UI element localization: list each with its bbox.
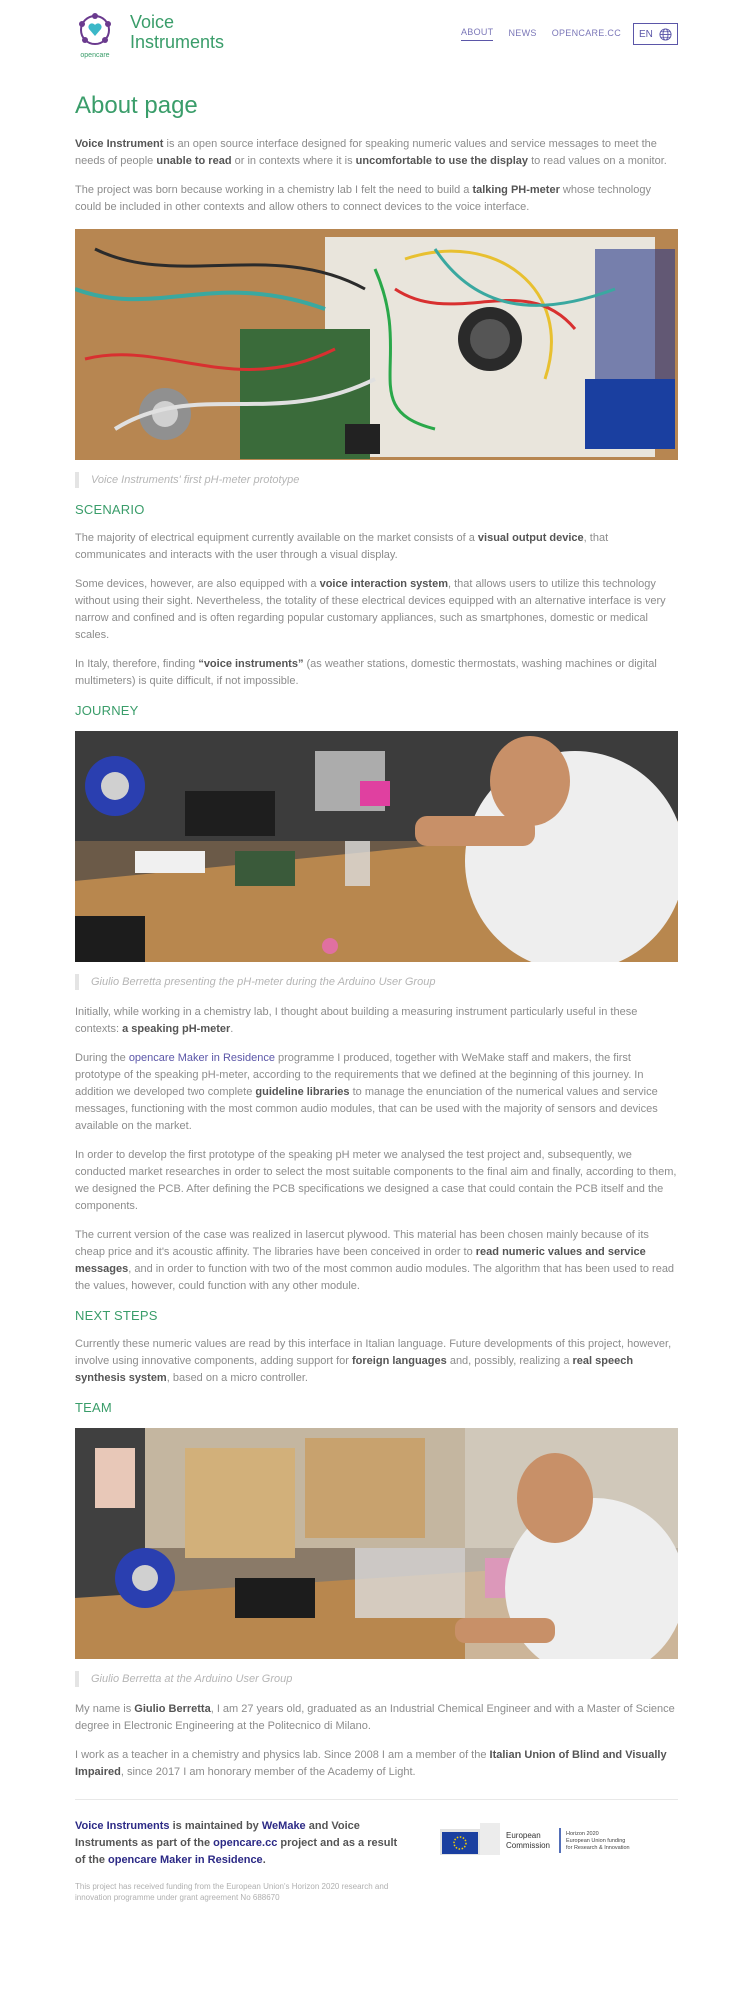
scenario-paragraph-3: In Italy, therefore, finding “voice inst… <box>75 656 678 690</box>
nav-news[interactable]: NEWS <box>508 28 536 41</box>
scenario-paragraph-1: The majority of electrical equipment cur… <box>75 530 678 564</box>
eu-funding-logo: European Commission Horizon 2020 Europea… <box>440 1823 630 1855</box>
text-segment: My name is <box>75 1703 135 1715</box>
photo-caption-journey: Giulio Berretta presenting the pH-meter … <box>75 974 678 990</box>
heading-journey: JOURNEY <box>75 703 139 718</box>
text-segment: In order to develop the first prototype … <box>75 1149 677 1212</box>
photo-caption-prototype: Voice Instruments' first pH-meter protot… <box>75 472 678 488</box>
footer-divider <box>75 1799 678 1800</box>
eu-h2020-line-1: Horizon 2020 <box>566 1831 599 1837</box>
text-segment: and, possibly, realizing a <box>446 1355 573 1367</box>
site-footer: Voice Instruments is maintained by WeMak… <box>75 1818 678 1928</box>
brand-line-1: Voice <box>130 12 175 32</box>
intro-paragraph-1: Voice Instrument is an open source inter… <box>75 136 678 170</box>
inline-link[interactable]: opencare Maker in Residence <box>129 1052 275 1064</box>
journey-paragraph-2: During the opencare Maker in Residence p… <box>75 1050 678 1135</box>
page-title: About page <box>75 92 198 119</box>
inline-link[interactable]: opencare Maker in Residence <box>108 1854 263 1866</box>
eu-name-line-1: European <box>506 1831 541 1840</box>
text-segment: , since 2017 I am honorary member of the… <box>120 1766 416 1778</box>
bold-text: a speaking pH-meter <box>122 1023 231 1035</box>
bold-text: guideline libraries <box>255 1086 350 1098</box>
opencare-logo-icon[interactable]: opencare <box>75 10 115 60</box>
nav-opencare[interactable]: OPENCARE.CC <box>552 28 621 41</box>
intro-paragraph-2: The project was born because working in … <box>75 182 678 216</box>
inline-link[interactable]: Voice Instruments <box>75 1820 170 1832</box>
main-nav: ABOUT NEWS OPENCARE.CC EN <box>446 23 678 45</box>
eu-h2020-line-2: European Union funding <box>566 1838 625 1844</box>
globe-icon <box>659 27 672 41</box>
language-selector[interactable]: EN <box>633 23 678 45</box>
photo-caption-team: Giulio Berretta at the Arduino User Grou… <box>75 1671 678 1687</box>
text-segment: During the <box>75 1052 129 1064</box>
bold-text: talking PH-meter <box>472 184 560 196</box>
bold-text: foreign languages <box>352 1355 447 1367</box>
logo-caption: opencare <box>80 52 109 59</box>
journey-photo <box>75 731 678 962</box>
team-photo <box>75 1428 678 1659</box>
nav-about[interactable]: ABOUT <box>460 27 494 41</box>
journey-paragraph-4: The current version of the case was real… <box>75 1227 678 1295</box>
inline-link[interactable]: WeMake <box>262 1820 306 1832</box>
funding-notice: This project has received funding from t… <box>75 1882 389 1902</box>
text-segment: , and in order to function with two of t… <box>75 1263 675 1292</box>
heading-team: TEAM <box>75 1400 112 1415</box>
bold-text: visual output device <box>477 532 584 544</box>
scenario-paragraph-2: Some devices, however, are also equipped… <box>75 576 678 644</box>
heading-scenario: SCENARIO <box>75 502 145 517</box>
eu-h2020-line-3: for Research & Innovation <box>566 1845 630 1851</box>
text-segment: or in contexts where it is <box>231 155 356 167</box>
heading-next-steps: NEXT STEPS <box>75 1308 158 1323</box>
team-paragraph-2: I work as a teacher in a chemistry and p… <box>75 1747 678 1781</box>
inline-link[interactable]: opencare.cc <box>213 1837 277 1849</box>
text-segment: , based on a micro controller. <box>166 1372 308 1384</box>
text-segment: Some devices, however, are also equipped… <box>75 578 320 590</box>
language-label: EN <box>639 28 653 40</box>
text-segment: I work as a teacher in a chemistry and p… <box>75 1749 490 1761</box>
bold-text: voice interaction system <box>319 578 448 590</box>
journey-paragraph-3: In order to develop the first prototype … <box>75 1147 678 1215</box>
bold-text: uncomfortable to use the display <box>355 155 529 167</box>
text-segment: The majority of electrical equipment cur… <box>75 532 478 544</box>
team-paragraph-1: My name is Giulio Berretta, I am 27 year… <box>75 1701 678 1735</box>
next-steps-paragraph: Currently these numeric values are read … <box>75 1336 678 1387</box>
text-segment: to read values on a monitor. <box>528 155 667 167</box>
eu-name-line-2: Commission <box>506 1841 550 1850</box>
site-header: opencare Voice Instruments ABOUT NEWS OP… <box>75 10 678 66</box>
bold-text: Voice Instrument <box>75 138 164 150</box>
journey-paragraph-1: Initially, while working in a chemistry … <box>75 1004 678 1038</box>
text-segment: . <box>262 1854 266 1866</box>
bold-text: “voice instruments” <box>198 658 304 670</box>
brand-line-2: Instruments <box>130 32 225 52</box>
footer-credits: Voice Instruments is maintained by WeMak… <box>75 1818 400 1869</box>
text-segment: . <box>230 1023 234 1035</box>
brand-name[interactable]: Voice Instruments <box>130 12 224 52</box>
eu-flag-icon <box>440 1823 500 1855</box>
main-content: About page Voice Instrument is an open s… <box>75 92 678 1928</box>
prototype-photo <box>75 229 678 460</box>
text-segment: The project was born because working in … <box>75 184 473 196</box>
bold-text: unable to read <box>156 155 232 167</box>
text-segment: In Italy, therefore, finding <box>75 658 199 670</box>
bold-text: Giulio Berretta <box>134 1703 211 1715</box>
text-segment: is maintained by <box>169 1820 262 1832</box>
